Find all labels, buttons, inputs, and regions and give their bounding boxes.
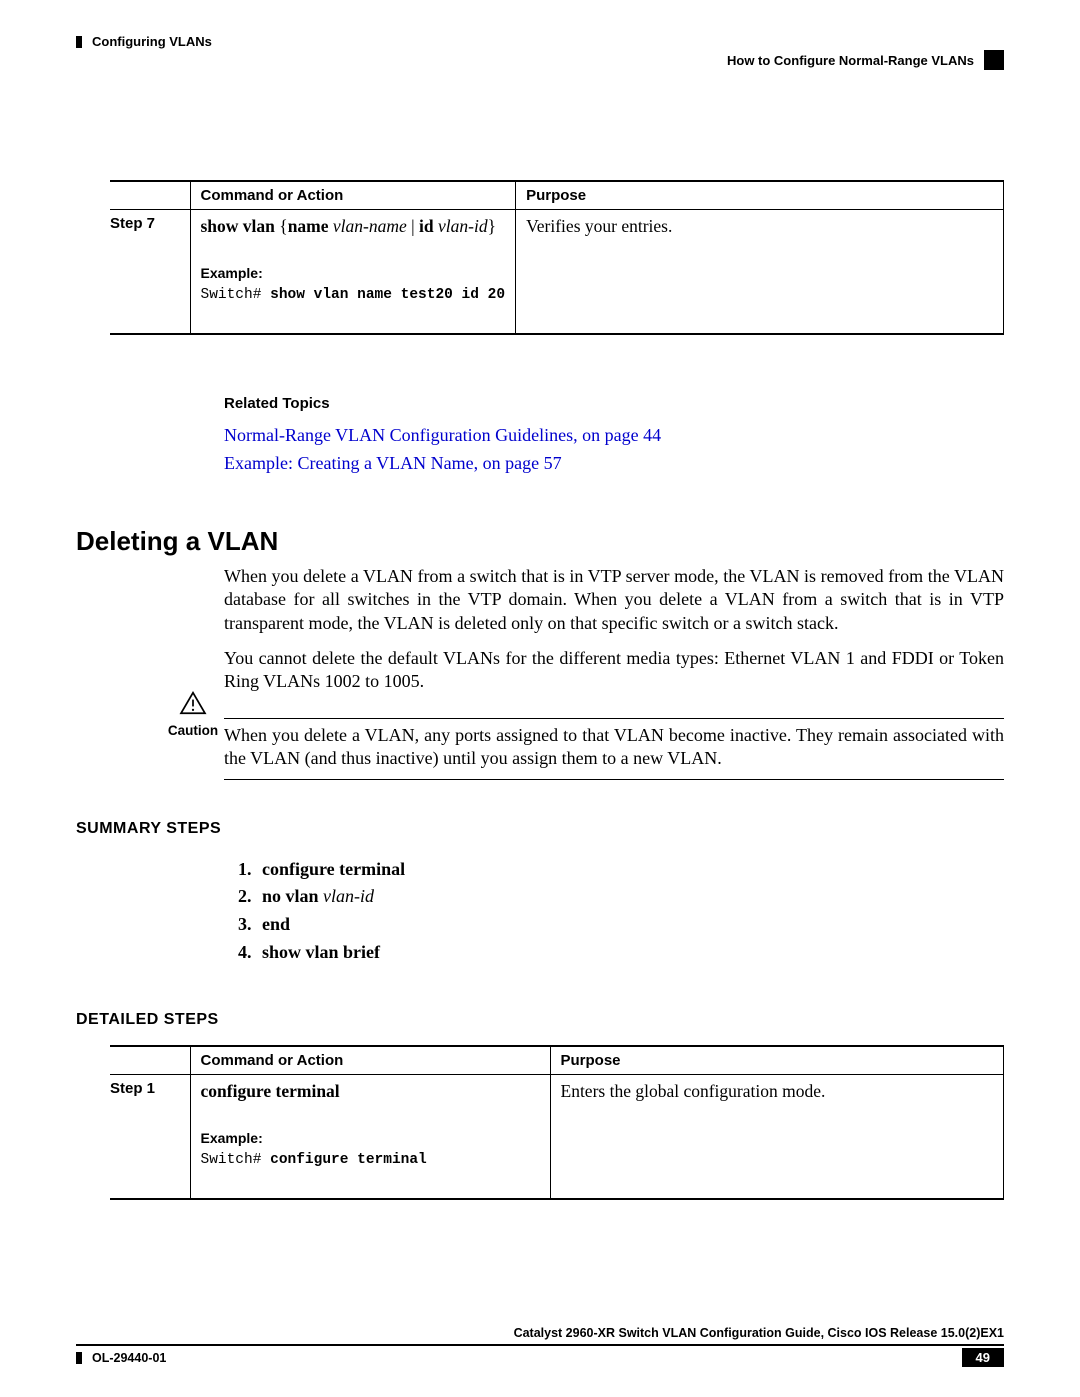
list-item: 4. show vlan brief [238,939,1004,967]
example-prefix: Switch# [201,1152,271,1168]
example-command: show vlan name test20 id 20 [270,287,505,303]
list-item: 2. no vlan vlan-id [238,883,1004,911]
step7-table-block: Command or Action Purpose Step 7 show vl… [110,180,1004,335]
th-purpose: Purpose [550,1046,1004,1075]
cell-purpose: Verifies your entries. [516,210,1004,335]
summary-steps-list: 1. configure terminal 2. no vlan vlan-id… [238,856,1004,968]
footer-left: OL-29440-01 [76,1351,166,1365]
related-topics-heading: Related Topics [224,395,1004,412]
cell-command: configure terminal Example: Switch# conf… [190,1075,550,1200]
step1-table: Command or Action Purpose Step 1 configu… [110,1045,1004,1200]
caution-text: When you delete a VLAN, any ports assign… [224,723,1004,771]
related-link-2[interactable]: Example: Creating a VLAN Name, on page 5… [224,450,1004,478]
example-code: Switch# configure terminal [201,1152,540,1168]
detailed-steps-heading: DETAILED STEPS [76,1011,1004,1029]
cell-purpose: Enters the global configuration mode. [550,1075,1004,1200]
related-link-1[interactable]: Normal-Range VLAN Configuration Guidelin… [224,422,1004,450]
footer-doc-id: OL-29440-01 [92,1351,166,1365]
footer-doc-title: Catalyst 2960-XR Switch VLAN Configurati… [76,1326,1004,1340]
summary-steps-heading: SUMMARY STEPS [76,820,1004,838]
caution-icon-column: Caution [162,723,224,738]
header-left-text: Configuring VLANs [92,34,212,49]
cell-command: show vlan {name vlan-name | id vlan-id} … [190,210,516,335]
table-row: Step 1 configure terminal Example: Switc… [110,1075,1004,1200]
header-right-text: How to Configure Normal-Range VLANs [727,53,974,68]
step1-table-block: Command or Action Purpose Step 1 configu… [110,1045,1004,1200]
th-command: Command or Action [190,181,516,210]
page-number-box: 49 [962,1348,1004,1367]
related-topics: Related Topics Normal-Range VLAN Configu… [224,395,1004,478]
command-syntax: show vlan {name vlan-name | id vlan-id} [201,216,506,237]
header-right: How to Configure Normal-Range VLANs [727,50,1004,70]
list-item: 1. configure terminal [238,856,1004,884]
caution-bottom-rule [224,779,1004,780]
section-para-2: You cannot delete the default VLANs for … [224,647,1004,694]
header-right-square-icon [984,50,1004,70]
th-purpose: Purpose [516,181,1004,210]
list-item: 3. end [238,911,1004,939]
header-left: Configuring VLANs [76,34,212,49]
example-label: Example: [201,1130,540,1146]
section-para-1: When you delete a VLAN from a switch tha… [224,565,1004,635]
step7-table: Command or Action Purpose Step 7 show vl… [110,180,1004,335]
example-prefix: Switch# [201,287,271,303]
example-command: configure terminal [270,1152,427,1168]
section-body: When you delete a VLAN from a switch tha… [224,565,1004,694]
th-step [110,1046,190,1075]
cell-step: Step 7 [110,210,190,335]
page-header: Configuring VLANs How to Configure Norma… [76,34,1004,90]
table-row: Step 7 show vlan {name vlan-name | id vl… [110,210,1004,335]
caution-top-rule [224,718,1004,719]
warning-triangle-icon [179,691,207,715]
example-label: Example: [201,265,506,281]
cell-step: Step 1 [110,1075,190,1200]
footer-rule [76,1344,1004,1346]
section-title-deleting-vlan: Deleting a VLAN [76,526,1004,557]
th-step [110,181,190,210]
caution-block: Caution When you delete a VLAN, any port… [162,718,1004,780]
th-command: Command or Action [190,1046,550,1075]
page-footer: Catalyst 2960-XR Switch VLAN Configurati… [76,1326,1004,1367]
header-left-bar-icon [76,36,82,48]
caution-label: Caution [168,723,218,738]
example-code: Switch# show vlan name test20 id 20 [201,287,506,303]
command-syntax: configure terminal [201,1081,540,1102]
footer-left-bar-icon [76,1352,82,1364]
